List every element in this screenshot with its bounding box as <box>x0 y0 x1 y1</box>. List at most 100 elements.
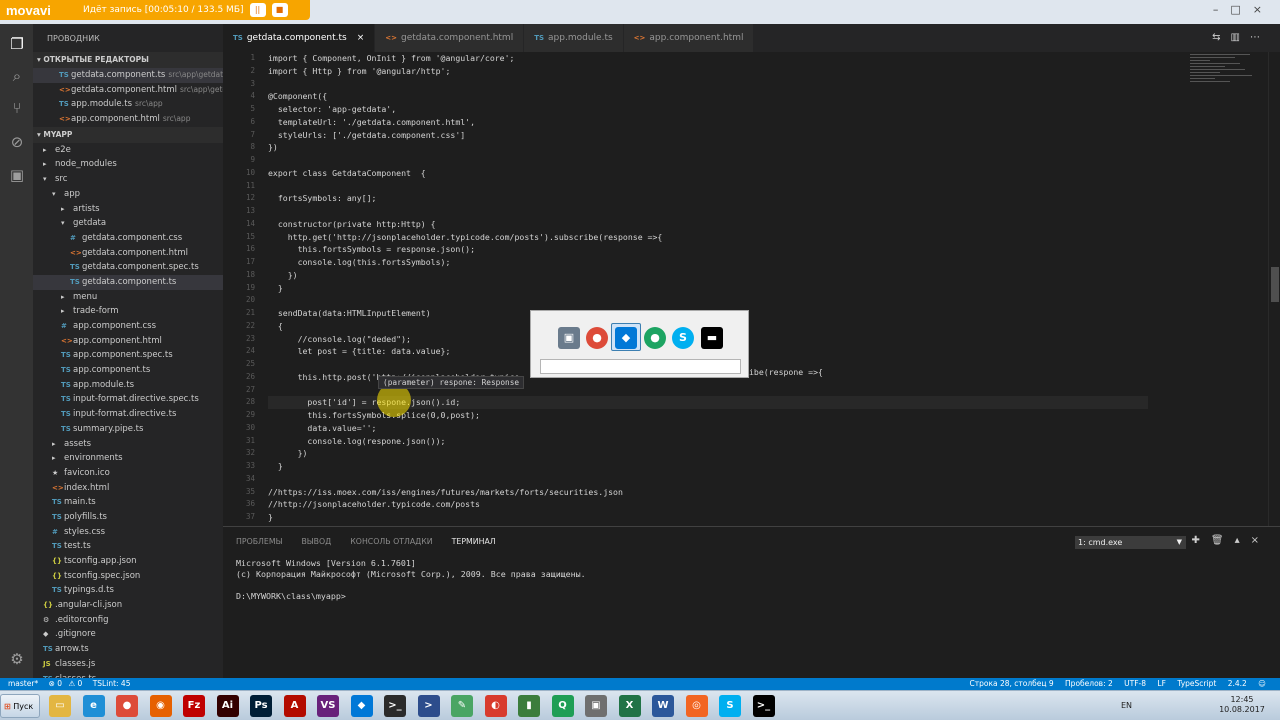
chrome-icon[interactable]: ● <box>586 327 608 349</box>
editor-tab[interactable]: <> getdata.component.html <box>375 24 525 52</box>
code-line[interactable] <box>268 294 1148 307</box>
start-button[interactable]: ⊞ Пуск <box>0 694 40 718</box>
presentation-icon[interactable]: ▣ <box>585 695 607 717</box>
project-header[interactable]: ▾ MYAPP <box>33 126 223 143</box>
file-item[interactable]: # app.component.css <box>33 319 223 334</box>
folder-item[interactable]: ▸ environments <box>33 451 223 466</box>
file-item[interactable]: # getdata.component.css <box>33 231 223 246</box>
file-item[interactable]: ★ favicon.ico <box>33 466 223 481</box>
terminal-icon[interactable]: >_ <box>384 695 406 717</box>
warnings-count[interactable]: ⚠ 0 <box>68 679 82 688</box>
clock[interactable]: 12:45 10.08.2017 <box>1212 695 1272 715</box>
code-line[interactable]: } <box>268 282 1148 295</box>
git-branch[interactable]: master* <box>8 679 38 688</box>
minimap[interactable] <box>1190 52 1260 102</box>
file-item[interactable]: <>getdata.component.html <box>33 246 223 261</box>
code-line[interactable]: this.fortsSymbols = response.json(); <box>268 243 1148 256</box>
file-item[interactable]: TS typings.d.ts <box>33 583 223 598</box>
vscode-icon[interactable]: ◆ <box>350 695 373 717</box>
code-line[interactable]: console.log(this.fortsSymbols); <box>268 256 1148 269</box>
file-item[interactable]: TS app.component.spec.ts <box>33 348 223 363</box>
chrome-icon[interactable]: ● <box>116 695 138 717</box>
extensions-icon[interactable]: ▣ <box>7 165 27 185</box>
pause-button[interactable]: || <box>249 3 266 17</box>
powershell-icon[interactable]: > <box>417 695 440 717</box>
code-editor[interactable]: 1 2 3 4 5 6 7 8 9 10 11 12 13 14 15 16 17 18 19 20 21 22 23 24 2… <box>223 52 1280 526</box>
terminal-output[interactable]: Microsoft Windows [Version 6.1.7601] (c) … <box>236 558 586 602</box>
folder-item[interactable]: ▸ trade-form <box>33 304 223 319</box>
indentation[interactable]: Пробелов: 2 <box>1065 679 1113 688</box>
folder-item[interactable]: ▸ e2e <box>33 143 223 158</box>
panel-tab[interactable]: КОНСОЛЬ ОТЛАДКИ <box>350 537 432 546</box>
source-control-icon[interactable]: ⑂ <box>7 98 27 118</box>
code-line[interactable]: fortsSymbols: any[]; <box>268 192 1148 205</box>
folder-item[interactable]: ▸ assets <box>33 437 223 452</box>
folder-item[interactable]: ▾ getdata <box>33 216 223 231</box>
file-item[interactable]: JS classes.js <box>33 657 223 672</box>
terminal-select[interactable]: 1: cmd.exe ▼ <box>1075 536 1186 549</box>
language-mode[interactable]: TypeScript <box>1177 679 1216 688</box>
panel-tab[interactable]: ВЫВОД <box>301 537 331 546</box>
app-red-icon[interactable]: ◐ <box>484 695 507 717</box>
open-editor-item[interactable]: <>getdata.component.htmlsrc\app\getda... <box>33 83 223 98</box>
code-line[interactable] <box>268 205 1148 218</box>
code-line[interactable]: import { Http } from '@angular/http'; <box>268 65 1148 78</box>
code-line[interactable]: constructor(private http:Http) { <box>268 218 1148 231</box>
cmd-icon[interactable]: ▬ <box>701 327 723 349</box>
line-ending[interactable]: LF <box>1157 679 1166 688</box>
editor-actions[interactable]: ⇆▥⋯ <box>1212 24 1270 52</box>
explorer-icon[interactable]: ▭ <box>49 695 71 717</box>
file-item[interactable]: # styles.css <box>33 525 223 540</box>
editor-scrollbar[interactable] <box>1268 52 1280 526</box>
code-line[interactable] <box>268 473 1148 486</box>
skype-icon[interactable]: S <box>672 327 694 349</box>
ts-version[interactable]: 2.4.2 <box>1228 679 1247 688</box>
filezilla-icon[interactable]: Fz <box>183 695 205 717</box>
code-line[interactable]: }) <box>268 269 1148 282</box>
file-item[interactable]: ◆ .gitignore <box>33 627 223 642</box>
app-q-icon[interactable]: Q <box>551 695 574 717</box>
open-editors-header[interactable]: ▾ ОТКРЫТЫЕ РЕДАКТОРЫ <box>33 52 223 68</box>
errors-count[interactable]: ⊗ 0 <box>49 679 62 688</box>
notepad-icon[interactable]: ✎ <box>451 695 473 717</box>
scrollbar-thumb[interactable] <box>1271 267 1279 302</box>
file-item[interactable]: {} tsconfig.spec.json <box>33 569 223 584</box>
file-item[interactable]: {} .angular-cli.json <box>33 598 223 613</box>
folder-item[interactable]: ▸ node_modules <box>33 157 223 172</box>
code-line[interactable]: } <box>268 511 1148 524</box>
file-item[interactable]: TS getdata.component.ts <box>33 274 223 290</box>
code-line[interactable] <box>268 180 1148 193</box>
debug-icon[interactable]: ⊘ <box>7 132 27 152</box>
file-item[interactable]: <>app.component.html <box>33 334 223 349</box>
firefox-icon[interactable]: ◉ <box>149 695 172 717</box>
file-item[interactable]: ⚙ .editorconfig <box>33 613 223 628</box>
chrome-icon[interactable]: ● <box>644 327 666 349</box>
cursor-position[interactable]: Строка 28, столбец 9 <box>970 679 1054 688</box>
open-editor-item[interactable]: TS getdata.component.ts src\app\getdata <box>33 68 223 83</box>
app-orange-icon[interactable]: ◎ <box>685 695 708 717</box>
cmd-icon[interactable]: >_ <box>752 695 775 717</box>
code-line[interactable] <box>268 154 1148 167</box>
code-line[interactable]: import { Component, OnInit } from '@angu… <box>268 52 1148 65</box>
editor-tab[interactable]: <> app.component.html <box>623 24 755 52</box>
code-lines[interactable]: import { Component, OnInit } from '@angu… <box>268 52 1148 526</box>
file-item[interactable]: {} tsconfig.app.json <box>33 554 223 569</box>
search-icon[interactable]: ⌕ <box>7 66 27 86</box>
acrobat-icon[interactable]: A <box>283 695 306 717</box>
close-icon[interactable]: × <box>357 33 365 43</box>
file-item[interactable]: TS main.ts <box>33 495 223 510</box>
open-editor-item[interactable]: TS app.module.ts src\app <box>33 97 223 112</box>
excel-icon[interactable]: X <box>618 695 641 717</box>
presentation-app-icon[interactable]: ▣ <box>558 327 580 349</box>
folder-item[interactable]: ▾ src <box>33 172 223 187</box>
skype-icon[interactable]: S <box>719 695 741 717</box>
code-line[interactable]: http.get('http://jsonplaceholder.typicod… <box>268 231 1148 244</box>
word-icon[interactable]: W <box>652 695 674 717</box>
panel-actions[interactable]: ✚🗑▴× <box>1192 535 1270 546</box>
photoshop-icon[interactable]: Ps <box>250 695 272 717</box>
settings-gear-icon[interactable]: ⚙ <box>7 649 27 669</box>
language-indicator[interactable]: EN <box>1121 701 1132 710</box>
file-item[interactable]: TS input-format.directive.spec.ts <box>33 392 223 407</box>
explorer-icon[interactable]: ❐ <box>7 34 27 54</box>
stop-button[interactable]: ■ <box>271 3 288 17</box>
